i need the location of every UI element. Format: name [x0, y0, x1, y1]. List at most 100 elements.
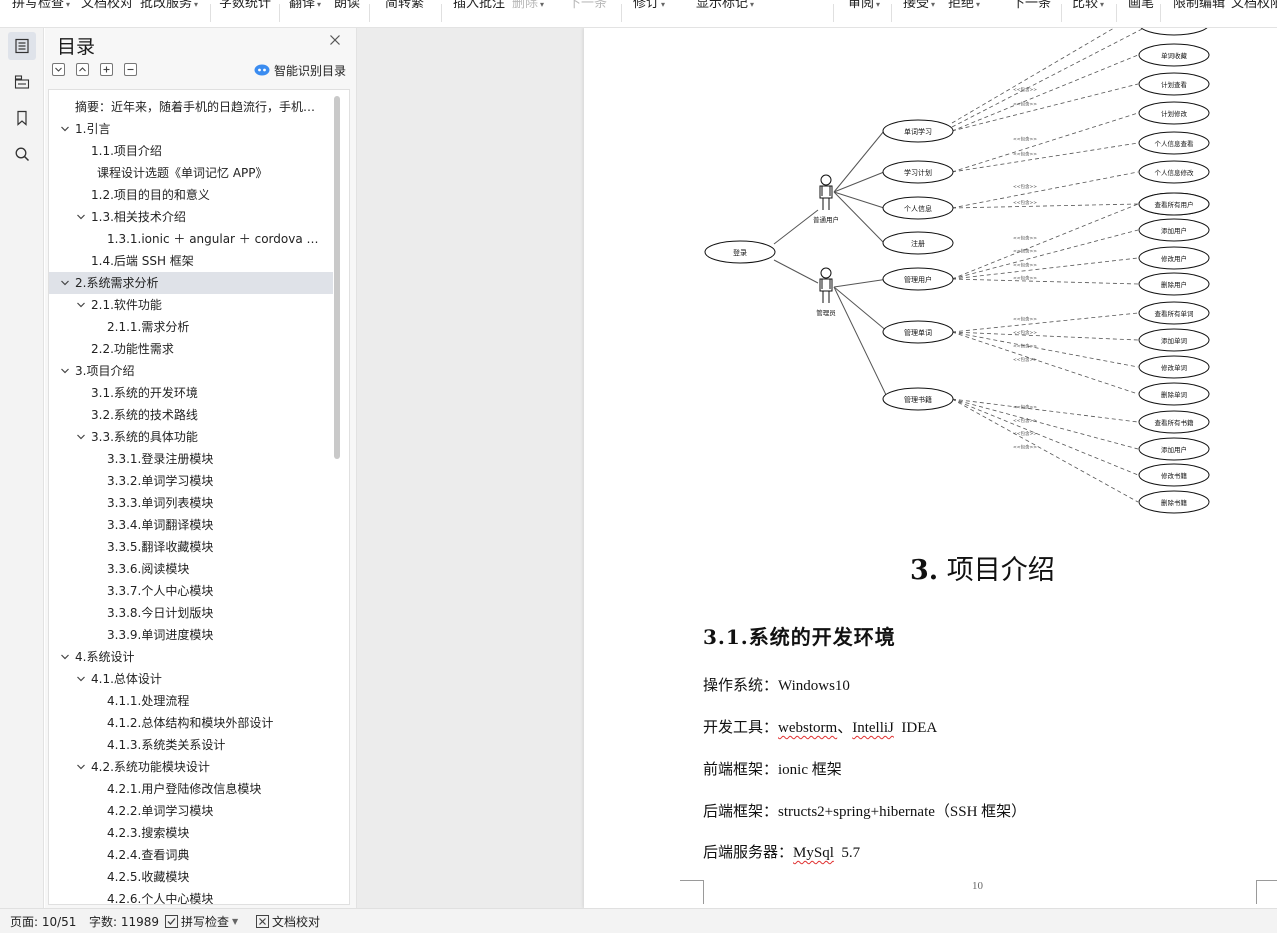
close-panel-button[interactable] [328, 33, 344, 49]
toc-item[interactable]: 4.2.系统功能模块设计 [49, 756, 333, 778]
ai-assistant-icon [254, 64, 270, 76]
chevron-down-icon[interactable] [59, 360, 71, 382]
toolbar-item-4[interactable]: 翻译 ▾ [289, 0, 321, 14]
collapse-all-button[interactable] [52, 63, 65, 76]
toc-item[interactable]: 3.3.2.单词学习模块 [49, 470, 333, 492]
toc-item[interactable]: 3.3.4.单词翻译模块 [49, 514, 333, 536]
toc-item-label: 3.3.7.个人中心模块 [107, 584, 214, 598]
toc-item[interactable]: 3.1.系统的开发环境 [49, 382, 333, 404]
toolbar-item-7[interactable]: 插入批注 [453, 0, 505, 14]
toc-item[interactable]: 4.2.2.单词学习模块 [49, 800, 333, 822]
toc-item[interactable]: 2.系统需求分析 [49, 272, 333, 294]
toolbar-item-14[interactable]: 拒绝 ▾ [948, 0, 980, 14]
toc-item[interactable]: 3.3.6.阅读模块 [49, 558, 333, 580]
toc-item[interactable]: 4.2.6.个人中心模块 [49, 888, 333, 904]
toc-item[interactable]: 1.4.后端 SSH 框架 [49, 250, 333, 272]
toolbar-item-8[interactable]: 删除 ▾ [512, 0, 544, 14]
tools-value-webstorm[interactable]: webstorm [778, 720, 837, 736]
crop-mark-left [680, 880, 704, 904]
toc-item[interactable]: 摘要：近年来，随着手机的日趋流行，手机… [49, 96, 333, 118]
toc-panel-button[interactable] [8, 32, 36, 60]
chapter-nav-button[interactable] [8, 68, 36, 96]
toc-item[interactable]: 3.3.系统的具体功能 [49, 426, 333, 448]
paragraph-backend: 后端框架：structs2+spring+hibernate（SSH 框架） [703, 800, 1026, 821]
toolbar-item-5[interactable]: 朗读 [334, 0, 360, 14]
toc-item[interactable]: 1.2.项目的目的和意义 [49, 184, 333, 206]
chevron-down-icon[interactable] [75, 756, 87, 778]
toc-item[interactable]: 4.1.总体设计 [49, 668, 333, 690]
toc-item[interactable]: 2.1.软件功能 [49, 294, 333, 316]
include-line [951, 203, 1139, 280]
chevron-down-icon[interactable] [59, 272, 71, 294]
toc-item[interactable]: 课程设计选题《单词记忆 APP》 [49, 162, 333, 184]
chevron-down-icon[interactable] [75, 294, 87, 316]
toolbar-divider [1160, 4, 1161, 22]
toolbar-item-3[interactable]: 字数统计 [219, 0, 271, 14]
toc-item[interactable]: 3.3.3.单词列表模块 [49, 492, 333, 514]
toc-item[interactable]: 1.引言 [49, 118, 333, 140]
chevron-down-icon[interactable] [59, 118, 71, 140]
toc-item[interactable]: 4.1.3.系统类关系设计 [49, 734, 333, 756]
spell-check-status[interactable]: 拼写检查 ▼ [165, 913, 238, 930]
toolbar-item-6[interactable]: 简转繁 [385, 0, 424, 14]
toc-item[interactable]: 4.2.3.搜索模块 [49, 822, 333, 844]
toc-item[interactable]: 3.3.7.个人中心模块 [49, 580, 333, 602]
page-indicator[interactable]: 页面: 10/51 [10, 913, 76, 930]
toolbar-item-11[interactable]: 显示标记 ▾ [696, 0, 754, 14]
toolbar-item-15[interactable]: 下一条 [1012, 0, 1051, 14]
chevron-down-icon[interactable] [59, 646, 71, 668]
toc-item-label: 2.系统需求分析 [75, 276, 159, 290]
toc-item[interactable]: 3.2.系统的技术路线 [49, 404, 333, 426]
toc-item[interactable]: 4.1.1.处理流程 [49, 690, 333, 712]
toolbar-item-12[interactable]: 审阅 ▾ [848, 0, 880, 14]
chevron-down-icon[interactable] [75, 206, 87, 228]
smart-toc-button[interactable]: 智能识别目录 [254, 62, 346, 78]
toc-item[interactable]: 4.系统设计 [49, 646, 333, 668]
use-case-label: 注册 [911, 239, 925, 248]
toolbar-item-2[interactable]: 批改服务 ▾ [140, 0, 198, 14]
word-count[interactable]: 字数: 11989 [89, 913, 159, 930]
toc-item[interactable]: 3.3.1.登录注册模块 [49, 448, 333, 470]
toc-item[interactable]: 1.1.项目介绍 [49, 140, 333, 162]
toolbar-item-17[interactable]: 画笔 [1128, 0, 1154, 14]
toc-item[interactable]: 3.3.5.翻译收藏模块 [49, 536, 333, 558]
toolbar-item-13[interactable]: 接受 ▾ [903, 0, 935, 14]
toolbar-item-1[interactable]: 文档校对 [81, 0, 133, 14]
toc-item[interactable]: 3.项目介绍 [49, 360, 333, 382]
toc-item[interactable]: 1.3.相关技术介绍 [49, 206, 333, 228]
toc-item[interactable]: 4.1.2.总体结构和模块外部设计 [49, 712, 333, 734]
tools-value-intellij[interactable]: IntelliJ [852, 720, 894, 736]
toc-scrollbar[interactable] [334, 96, 340, 459]
toolbar-item-18[interactable]: 限制编辑 [1173, 0, 1225, 14]
toolbar-item-19[interactable]: 文档权限 [1231, 0, 1277, 14]
toolbar-divider [210, 4, 211, 22]
toc-item[interactable]: 4.2.1.用户登陆修改信息模块 [49, 778, 333, 800]
chevron-down-icon: ▾ [1100, 0, 1105, 9]
toc-item[interactable]: 2.1.1.需求分析 [49, 316, 333, 338]
toc-item[interactable]: 3.3.8.今日计划版块 [49, 602, 333, 624]
server-value-mysql[interactable]: MySql [793, 845, 834, 861]
add-heading-button[interactable] [100, 63, 113, 76]
toc-item[interactable]: 3.3.9.单词进度模块 [49, 624, 333, 646]
paragraph-frontend: 前端框架：ionic 框架 [703, 758, 842, 779]
find-button[interactable] [8, 140, 36, 168]
proofread-status[interactable]: 文档校对 [256, 913, 320, 930]
toc-item[interactable]: 2.2.功能性需求 [49, 338, 333, 360]
toc-item-label: 1.4.后端 SSH 框架 [91, 254, 194, 268]
chevron-down-icon[interactable] [75, 426, 87, 448]
bookmarks-button[interactable] [8, 104, 36, 132]
include-line [951, 28, 1115, 124]
toc-item[interactable]: 4.2.5.收藏模块 [49, 866, 333, 888]
toolbar-item-10[interactable]: 修订 ▾ [633, 0, 665, 14]
toolbar-item-16[interactable]: 比较 ▾ [1072, 0, 1104, 14]
expand-all-button[interactable] [76, 63, 89, 76]
include-stereotype: <<包含>> [1013, 430, 1037, 437]
toc-item[interactable]: 4.2.4.查看词典 [49, 844, 333, 866]
remove-heading-button[interactable] [124, 63, 137, 76]
chevron-down-icon[interactable] [75, 668, 87, 690]
toolbar-item-0[interactable]: 拼写检查 ▾ [12, 0, 70, 14]
tools-label: 开发工具： [703, 720, 779, 736]
toolbar-item-label: 插入批注 [453, 0, 506, 11]
toolbar-item-9[interactable]: 下一条 [568, 0, 607, 14]
toc-item[interactable]: 1.3.1.ionic ＋ angular ＋ cordova 混… [49, 228, 333, 250]
